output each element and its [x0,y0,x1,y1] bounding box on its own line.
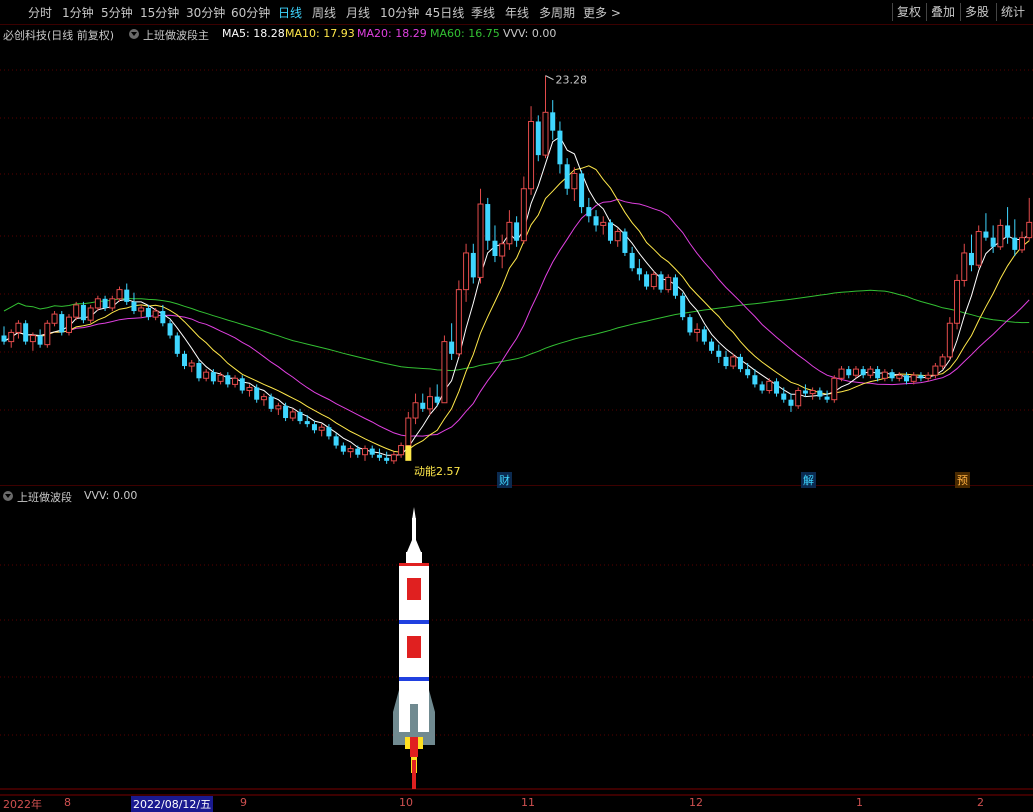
rocket-indicator-panel[interactable] [0,0,1033,811]
axis-month-1: 1 [856,796,863,809]
axis-selected-date: 2022/08/12/五 [131,796,214,812]
date-axis: 2022年 8 2022/08/12/五 9 10 11 12 1 2 [0,796,1033,812]
axis-month-10: 10 [399,796,413,809]
axis-month-8: 8 [64,796,71,809]
axis-year: 2022年 [3,798,42,811]
axis-month-2: 2 [977,796,984,809]
axis-month-12: 12 [689,796,703,809]
rocket-icon [393,507,435,789]
axis-month-9: 9 [240,796,247,809]
axis-month-11: 11 [521,796,535,809]
